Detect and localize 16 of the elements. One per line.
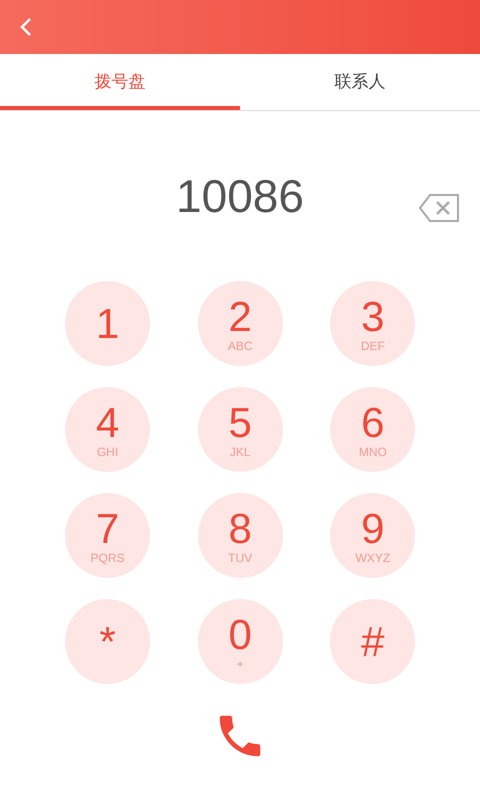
dial-key[interactable]: 0 +: [198, 599, 283, 684]
dial-key[interactable]: 4 GHI: [65, 387, 150, 472]
dial-key[interactable]: #: [330, 599, 416, 684]
backspace-button[interactable]: [418, 193, 460, 223]
tab[interactable]: 联系人: [240, 54, 480, 110]
dial-key[interactable]: 8 TUV: [198, 493, 283, 578]
dial-key[interactable]: 9 WXYZ: [330, 493, 416, 578]
phone-number: 10086: [176, 168, 304, 224]
dial-key[interactable]: 2 ABC: [198, 281, 283, 366]
dial-key[interactable]: *: [65, 599, 150, 684]
dial-key[interactable]: 6 MNO: [330, 387, 416, 472]
tab[interactable]: 拨号盘: [0, 54, 240, 110]
dial-key[interactable]: 1: [65, 281, 150, 366]
dial-key[interactable]: 5 JKL: [198, 387, 283, 472]
dial-key[interactable]: 3 DEF: [330, 281, 416, 366]
dial-key[interactable]: 7 PQRS: [65, 493, 150, 578]
